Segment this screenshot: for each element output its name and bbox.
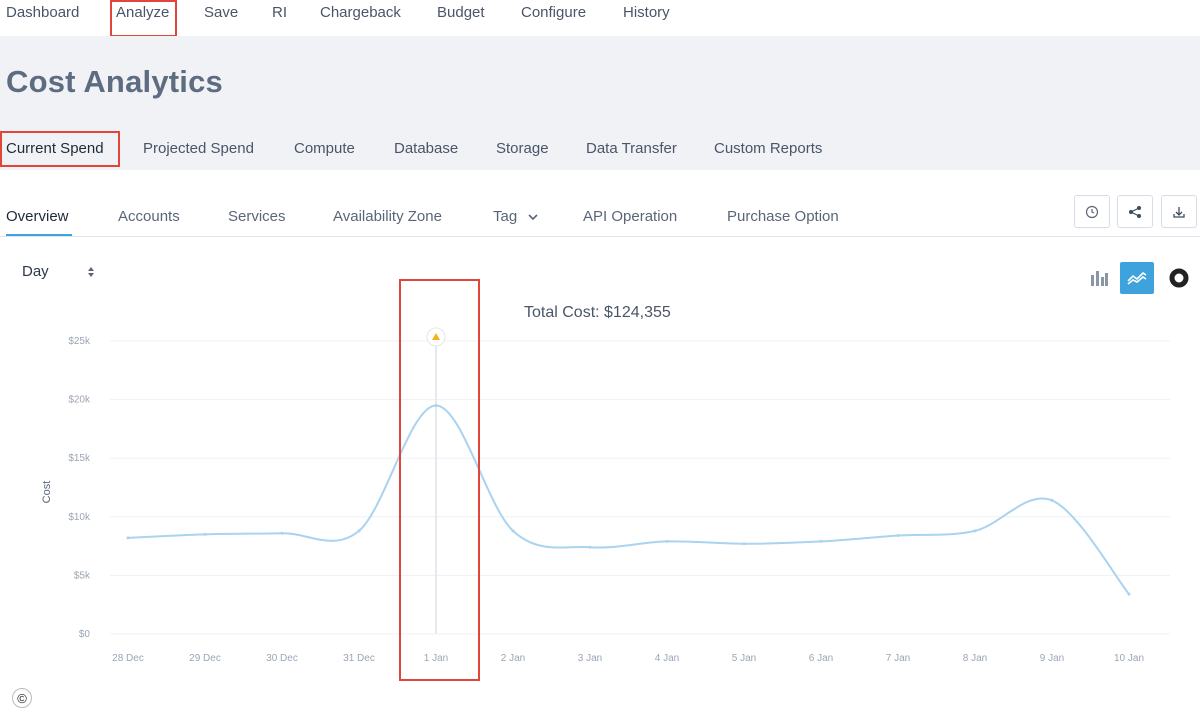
data-point	[357, 529, 361, 533]
x-tick-label: 6 Jan	[809, 653, 833, 664]
x-tick-label: 4 Jan	[655, 653, 679, 664]
data-point	[203, 532, 207, 536]
x-tick-label: 30 Dec	[266, 653, 298, 664]
data-point	[819, 539, 823, 543]
data-point	[511, 529, 515, 533]
data-point	[280, 531, 284, 535]
x-tick-label: 10 Jan	[1114, 653, 1144, 664]
x-tick-label: 2 Jan	[501, 653, 525, 664]
data-point	[588, 545, 592, 549]
data-point	[1050, 498, 1054, 502]
x-tick-label: 31 Dec	[343, 653, 375, 664]
highlight-box-1-jan	[399, 279, 480, 681]
y-tick-label: $20k	[68, 395, 91, 406]
data-point	[973, 529, 977, 533]
y-tick-label: $15k	[68, 453, 91, 464]
x-tick-label: 8 Jan	[963, 653, 987, 664]
data-point	[1127, 592, 1131, 596]
cost-line-chart: $0 $5k $10k $15k $20k $25k Cost 28 Dec 29 Dec 30 …	[41, 327, 1170, 664]
x-tick-label: 5 Jan	[732, 653, 756, 664]
y-axis-label: Cost	[41, 481, 53, 504]
x-tick-label: 3 Jan	[578, 653, 602, 664]
y-tick-label: $0	[79, 629, 91, 640]
x-tick-label: 7 Jan	[886, 653, 910, 664]
x-tick-label: 29 Dec	[189, 653, 221, 664]
x-tick-label: 28 Dec	[112, 653, 144, 664]
series-line	[127, 404, 1130, 595]
data-point	[126, 536, 130, 540]
y-tick-label: $10k	[68, 512, 91, 523]
x-tick-label: 9 Jan	[1040, 653, 1064, 664]
data-point	[665, 539, 669, 543]
data-point	[896, 534, 900, 538]
y-tick-label: $25k	[68, 336, 91, 347]
data-point	[742, 542, 746, 546]
copyright-badge: ©	[12, 688, 32, 708]
y-tick-label: $5k	[74, 570, 91, 581]
